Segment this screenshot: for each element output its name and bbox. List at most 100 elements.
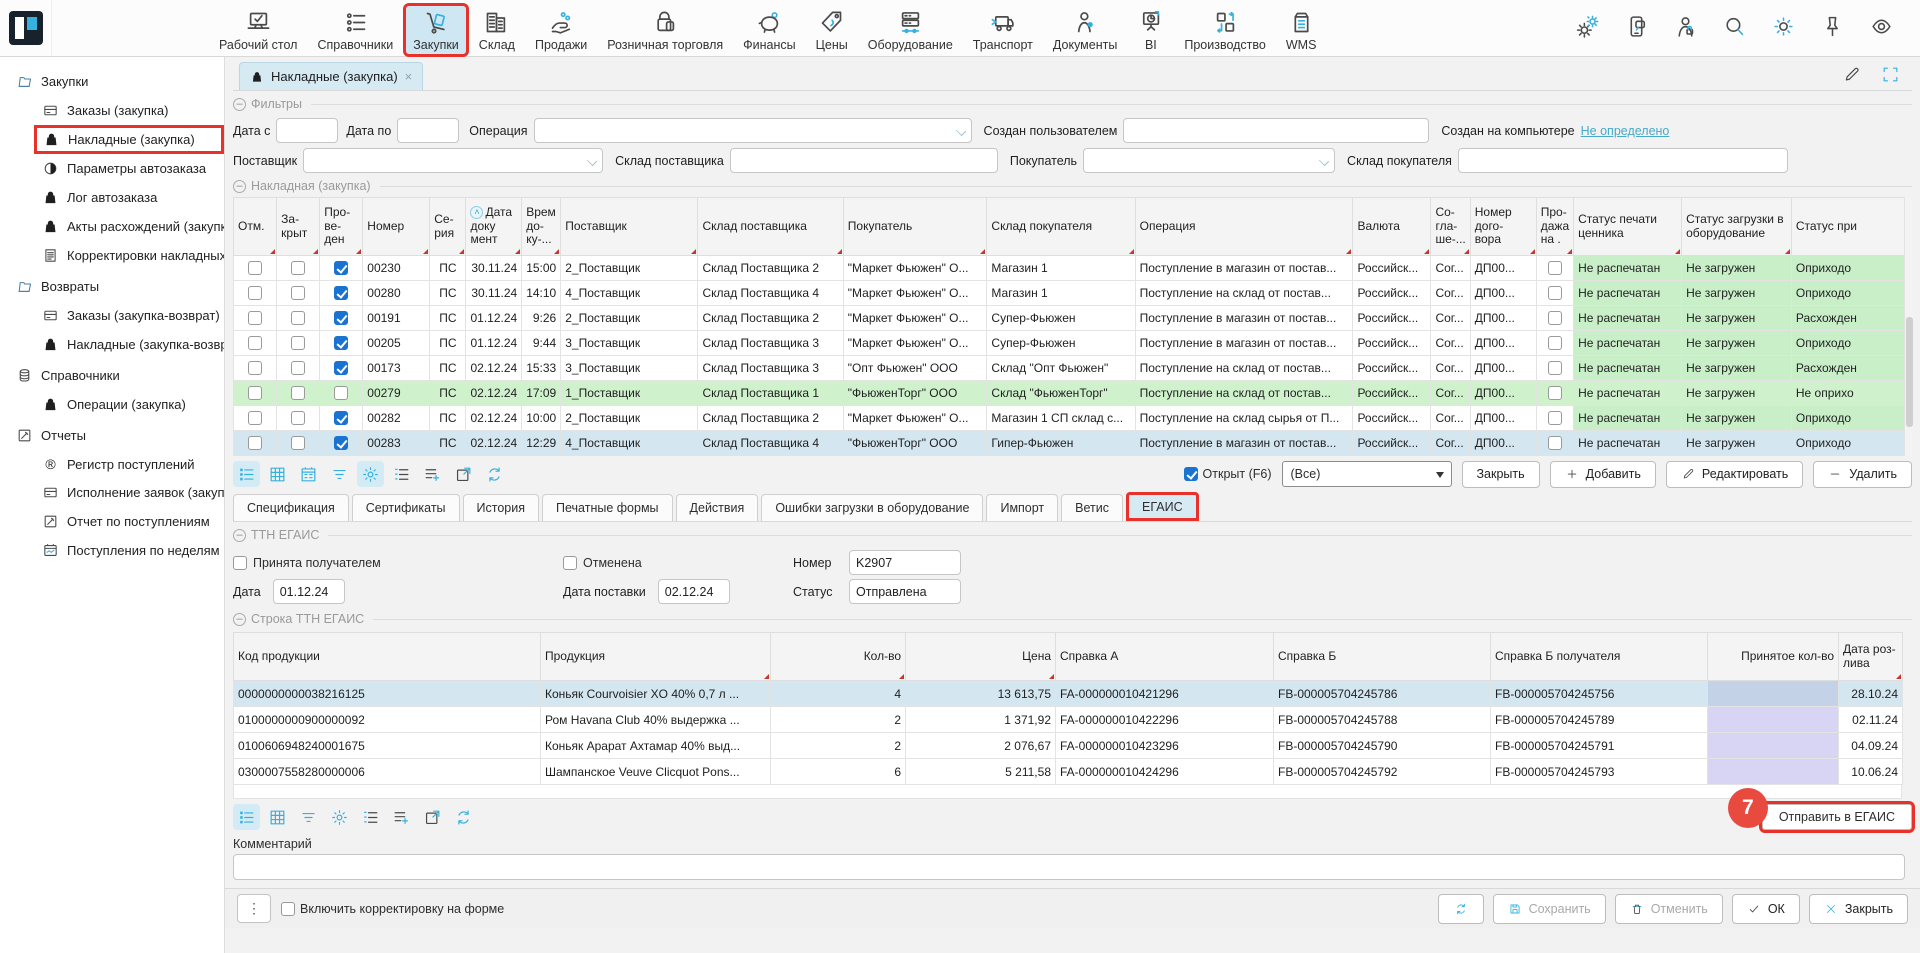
- detail-tab-Сертификаты[interactable]: Сертификаты: [352, 494, 460, 521]
- checkbox-cell[interactable]: [1536, 356, 1573, 381]
- refresh-button[interactable]: [1438, 894, 1484, 924]
- sidebar-item-Заказы (закупка-возврат)[interactable]: Заказы (закупка-возврат): [40, 301, 224, 330]
- row-checkbox[interactable]: [334, 436, 348, 450]
- checkbox-cell[interactable]: [234, 356, 277, 381]
- nav-item-bi[interactable]: BI: [1130, 6, 1171, 54]
- row-checkbox[interactable]: [248, 361, 262, 375]
- row-checkbox[interactable]: [291, 386, 305, 400]
- column-header[interactable]: Покупатель: [843, 198, 987, 256]
- created-on-link[interactable]: Не определено: [1581, 124, 1670, 138]
- supplier-select[interactable]: [303, 148, 603, 173]
- checkbox-cell[interactable]: [320, 431, 363, 456]
- checkbox-cell[interactable]: [320, 331, 363, 356]
- column-header[interactable]: Отм.: [234, 198, 277, 256]
- checkbox-cell[interactable]: [277, 306, 320, 331]
- row-checkbox[interactable]: [1548, 311, 1562, 325]
- row-checkbox[interactable]: [334, 411, 348, 425]
- document-tab[interactable]: Накладные (закупка) ×: [239, 62, 423, 90]
- toolbar-view-calendar-button[interactable]: [295, 461, 322, 487]
- user-lock-button[interactable]: [1673, 14, 1698, 42]
- toolbar-view-grid-button[interactable]: [264, 461, 291, 487]
- toolbar-open-ext-button[interactable]: [419, 804, 446, 830]
- sidebar-item-Заказы (закупка)[interactable]: Заказы (закупка): [40, 96, 224, 125]
- date-to-input[interactable]: [397, 118, 459, 143]
- table-row[interactable]: 00283ПС02.12.2412:294_ПоставщикСклад Пос…: [234, 431, 1912, 456]
- table-row[interactable]: 00282ПС02.12.2410:002_ПоставщикСклад Пос…: [234, 406, 1912, 431]
- nav-item-documents[interactable]: Документы: [1046, 6, 1124, 54]
- detail-tab-Действия[interactable]: Действия: [676, 494, 759, 521]
- checkbox-cell[interactable]: [1536, 431, 1573, 456]
- toolbar-filter-button[interactable]: [326, 461, 353, 487]
- table-row[interactable]: 00230ПС30.11.2415:002_ПоставщикСклад Пос…: [234, 256, 1912, 281]
- checkbox-cell[interactable]: [234, 331, 277, 356]
- operation-select[interactable]: [534, 118, 972, 143]
- row-checkbox[interactable]: [248, 311, 262, 325]
- toolbar-view-grid-button[interactable]: [264, 804, 291, 830]
- pin-button[interactable]: [1820, 14, 1845, 42]
- column-header[interactable]: Справка А: [1056, 633, 1274, 681]
- nav-item-warehouse[interactable]: Склад: [472, 6, 522, 54]
- collapse-icon[interactable]: –: [233, 98, 246, 111]
- row-checkbox[interactable]: [1548, 286, 1562, 300]
- cell-accepted-qty[interactable]: [1708, 707, 1839, 733]
- column-header[interactable]: Статус при: [1791, 198, 1911, 256]
- table-row[interactable]: 00280ПС30.11.2414:104_ПоставщикСклад Пос…: [234, 281, 1912, 306]
- table-row[interactable]: 00173ПС02.12.2415:333_ПоставщикСклад Пос…: [234, 356, 1912, 381]
- column-header[interactable]: Статус печати ценника: [1574, 198, 1682, 256]
- nav-item-desktop[interactable]: Рабочий стол: [212, 6, 304, 54]
- sidebar-item-Отчет по поступлениям[interactable]: Отчет по поступлениям: [40, 507, 224, 536]
- column-header[interactable]: Поставщик: [561, 198, 698, 256]
- nav-item-retail[interactable]: Розничная торговля: [600, 6, 730, 54]
- row-checkbox[interactable]: [248, 386, 262, 400]
- sidebar-item-Параметры автозаказа[interactable]: Параметры автозаказа: [40, 154, 224, 183]
- sidebar-item-Исполнение заявок (закупка)[interactable]: Исполнение заявок (закупка): [40, 478, 224, 507]
- row-checkbox[interactable]: [248, 436, 262, 450]
- checkbox-cell[interactable]: [1536, 281, 1573, 306]
- delete-button[interactable]: Удалить: [1813, 461, 1912, 488]
- app-logo[interactable]: [0, 0, 52, 56]
- row-checkbox[interactable]: [1548, 411, 1562, 425]
- ttn-date-input[interactable]: [273, 579, 345, 604]
- nav-item-wms[interactable]: WMS: [1279, 6, 1324, 54]
- toolbar-num-list-button[interactable]: [357, 804, 384, 830]
- detail-tab-ЕГАИС[interactable]: ЕГАИС: [1126, 492, 1199, 521]
- column-header[interactable]: Справка Б: [1274, 633, 1491, 681]
- checkbox-cell[interactable]: [1536, 256, 1573, 281]
- checkbox-cell[interactable]: [1536, 331, 1573, 356]
- row-checkbox[interactable]: [291, 311, 305, 325]
- toolbar-gear-button[interactable]: [357, 461, 384, 487]
- cancelled-checkbox[interactable]: [563, 556, 577, 570]
- visibility-button[interactable]: [1869, 14, 1894, 42]
- date-from-input[interactable]: [276, 118, 338, 143]
- column-header[interactable]: Про- ве- ден: [320, 198, 363, 256]
- column-header[interactable]: Склад покупателя: [987, 198, 1135, 256]
- cell-accepted-qty[interactable]: [1708, 681, 1839, 707]
- column-header[interactable]: За- крыт: [277, 198, 320, 256]
- supplier-wh-input[interactable]: [730, 148, 998, 173]
- nav-item-equipment[interactable]: Оборудование: [861, 6, 960, 54]
- search-button[interactable]: [1722, 14, 1747, 42]
- table-scrollbar[interactable]: [1904, 197, 1913, 456]
- comment-input[interactable]: [233, 854, 1905, 880]
- checkbox-cell[interactable]: [234, 431, 277, 456]
- row-checkbox[interactable]: [248, 261, 262, 275]
- toolbar-view-list-button[interactable]: [233, 804, 260, 830]
- detail-tab-Ветис[interactable]: Ветис: [1061, 494, 1123, 521]
- column-header[interactable]: Статус загрузки в оборудование: [1682, 198, 1792, 256]
- row-checkbox[interactable]: [1548, 436, 1562, 450]
- detail-tab-Печатные формы[interactable]: Печатные формы: [542, 494, 673, 521]
- adjust-on-form-checkbox[interactable]: Включить корректировку на форме: [281, 902, 504, 916]
- column-header[interactable]: Склад поставщика: [698, 198, 843, 256]
- created-by-input[interactable]: [1123, 118, 1429, 143]
- filter-select[interactable]: (Все): [1282, 461, 1452, 487]
- row-checkbox[interactable]: [334, 361, 348, 375]
- close-icon[interactable]: ×: [405, 69, 413, 84]
- sidebar-item-Накладные (закупка-возврат)[interactable]: Накладные (закупка-возврат): [40, 330, 224, 359]
- ttn-status-input[interactable]: [849, 579, 961, 604]
- row-checkbox[interactable]: [334, 286, 348, 300]
- sidebar-group-Закупки[interactable]: Закупки: [14, 67, 224, 96]
- toolbar-list-add-button[interactable]: [419, 461, 446, 487]
- support-chat-button[interactable]: [1624, 14, 1649, 42]
- delivery-date-input[interactable]: [658, 579, 730, 604]
- row-checkbox[interactable]: [291, 361, 305, 375]
